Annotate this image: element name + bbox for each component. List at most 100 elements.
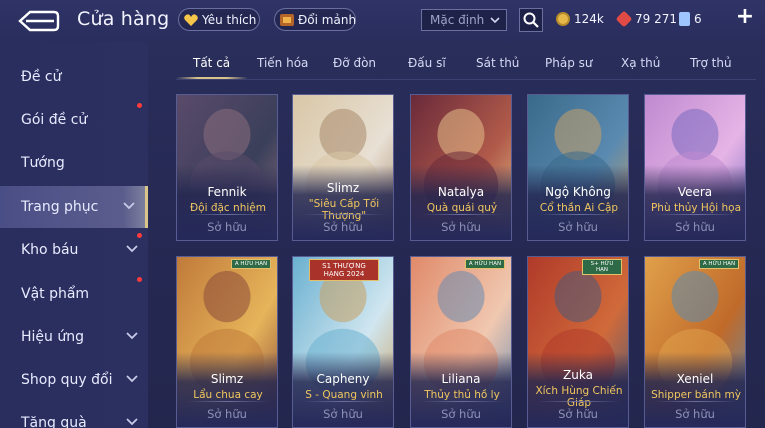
tab-all[interactable]: Tất cả <box>193 56 230 70</box>
sidebar-item-gift[interactable]: Tặng quà <box>0 402 148 428</box>
divider <box>655 214 737 215</box>
notification-dot <box>137 103 142 108</box>
voucher-balance: 6 <box>679 8 702 30</box>
shop-screen: Cửa hàng Yêu thích Đổi mảnh Mặc định 124… <box>0 0 765 428</box>
skin-name: Cổ thần Ai Cập <box>539 202 619 214</box>
skin-tier-badge: A HỮU HẠN <box>231 259 271 269</box>
sidebar-item-heroes[interactable]: Tướng <box>0 142 148 184</box>
skin-name: Quà quái quỷ <box>426 202 498 214</box>
ruby-balance: 79 271 <box>615 8 677 30</box>
voucher-amount: 6 <box>694 12 702 26</box>
divider <box>303 401 385 402</box>
favorites-label: Yêu thích <box>202 12 257 27</box>
skin-name: S - Quang vinh <box>305 389 383 401</box>
divider <box>538 214 620 215</box>
divider <box>421 214 503 215</box>
chevron-down-icon <box>126 418 138 426</box>
skin-card[interactable]: A HỮU HẠN Xeniel Shipper bánh mỳ Sở hữu <box>644 256 746 428</box>
favorites-button[interactable]: Yêu thích <box>178 8 260 31</box>
tab-fighter[interactable]: Đấu sĩ <box>408 56 446 70</box>
tab-assassin[interactable]: Sát thủ <box>476 56 519 70</box>
owned-status: Sở hữu <box>558 220 598 234</box>
owned-status: Sở hữu <box>675 220 715 234</box>
skin-tier-badge: S1 THƯỢNG HẠNG 2024 <box>309 259 379 281</box>
ruby-amount: 79 271 <box>635 12 677 26</box>
exchange-label: Đổi mảnh <box>298 12 357 27</box>
sidebar-item-label: Tướng <box>21 155 65 171</box>
tab-evolution[interactable]: Tiến hóa <box>257 56 308 70</box>
tabs-divider <box>176 79 756 80</box>
skin-name: Đội đặc nhiệm <box>190 202 266 214</box>
sidebar-item-recommended[interactable]: Đề cử <box>0 56 148 98</box>
hero-name: Fennik <box>207 185 247 199</box>
sidebar: Đề cử Gói đề cử Tướng Trang phục Kho báu… <box>0 42 148 428</box>
skin-card[interactable]: Ngộ Không Cổ thần Ai Cập Sở hữu <box>527 94 629 241</box>
chevron-down-icon <box>126 332 138 340</box>
skin-card[interactable]: A HỮU HẠN Slimz Lẩu chua cay Sở hữu <box>176 256 278 428</box>
sidebar-item-label: Vật phẩm <box>21 286 90 302</box>
skin-name: Lẩu chua cay <box>193 389 263 401</box>
skin-name: Xích Hùng Chiến Giáp <box>535 385 623 409</box>
skin-name: "Siêu Cấp Tối Thượng" <box>308 198 380 222</box>
sidebar-item-label: Shop quy đổi <box>21 372 113 388</box>
skin-tier-badge: A HỮU HẠN <box>465 259 505 269</box>
back-arrow-icon <box>18 10 60 32</box>
add-currency-button[interactable]: + <box>735 6 755 28</box>
notification-dot <box>137 233 142 238</box>
page-title: Cửa hàng <box>77 8 170 30</box>
hero-name: Ngộ Không <box>545 185 611 199</box>
exchange-shards-button[interactable]: Đổi mảnh <box>274 8 356 31</box>
ruby-icon <box>615 10 633 28</box>
sidebar-item-label: Gói đề cử <box>21 112 88 128</box>
skin-card[interactable]: S1 THƯỢNG HẠNG 2024 Capheny S - Quang vinh… <box>292 256 394 428</box>
skin-card[interactable]: Slimz "Siêu Cấp Tối Thượng" Sở hữu <box>292 94 394 241</box>
chevron-down-icon <box>123 202 135 210</box>
divider <box>655 401 737 402</box>
notification-dot <box>137 277 142 282</box>
hero-name: Natalya <box>437 185 485 199</box>
chevron-down-icon <box>490 17 500 24</box>
search-icon <box>523 12 539 28</box>
chevron-down-icon <box>126 245 138 253</box>
back-button[interactable] <box>16 9 60 33</box>
tab-mage[interactable]: Pháp sư <box>545 56 592 70</box>
hero-name: Capheny <box>316 372 370 386</box>
gold-balance: 124k <box>556 8 604 30</box>
sidebar-item-label: Tặng quà <box>21 415 87 428</box>
heart-icon <box>183 12 199 28</box>
shard-chest-icon <box>279 12 295 28</box>
skin-card[interactable]: S+ HỮU HẠN Zuka Xích Hùng Chiến Giáp Sở hữu <box>527 256 629 428</box>
hero-name: Xeniel <box>676 372 714 386</box>
skin-card[interactable]: Natalya Quà quái quỷ Sở hữu <box>410 94 512 241</box>
sidebar-item-label: Hiệu ứng <box>21 329 84 345</box>
divider <box>303 214 385 215</box>
skin-card[interactable]: Fennik Đội đặc nhiệm Sở hữu <box>176 94 278 241</box>
skin-tier-badge: S+ HỮU HẠN <box>582 259 622 275</box>
tab-tank[interactable]: Đỡ đòn <box>333 56 376 70</box>
skin-tier-badge: A HỮU HẠN <box>699 259 739 269</box>
active-tab-indicator <box>176 77 248 79</box>
owned-status: Sở hữu <box>207 407 247 421</box>
search-button[interactable] <box>519 8 543 32</box>
sidebar-item-exchange-shop[interactable]: Shop quy đổi <box>0 359 148 401</box>
owned-status: Sở hữu <box>207 220 247 234</box>
sidebar-item-label: Kho báu <box>21 242 79 258</box>
tab-marksman[interactable]: Xạ thủ <box>621 56 660 70</box>
skin-card[interactable]: A HỮU HẠN Liliana Thủy thủ hồ ly Sở hữu <box>410 256 512 428</box>
owned-status: Sở hữu <box>558 407 598 421</box>
hero-name: Slimz <box>326 181 360 195</box>
gold-amount: 124k <box>574 12 604 26</box>
skin-card[interactable]: Veera Phù thủy Hội họa Sở hữu <box>644 94 746 241</box>
hero-name: Veera <box>677 185 713 199</box>
sort-dropdown[interactable]: Mặc định <box>421 9 507 31</box>
sidebar-item-skins[interactable]: Trang phục <box>0 186 148 228</box>
hero-name: Liliana <box>441 372 481 386</box>
chevron-down-icon <box>126 375 138 383</box>
sidebar-item-effects[interactable]: Hiệu ứng <box>0 316 148 358</box>
hero-name: Zuka <box>563 368 593 382</box>
sidebar-item-recommended-bundles[interactable]: Gói đề cử <box>0 99 148 141</box>
sidebar-item-items[interactable]: Vật phẩm <box>0 273 148 315</box>
tab-support[interactable]: Trợ thủ <box>690 56 732 70</box>
sidebar-item-treasure[interactable]: Kho báu <box>0 229 148 271</box>
hero-name: Slimz <box>210 372 244 386</box>
